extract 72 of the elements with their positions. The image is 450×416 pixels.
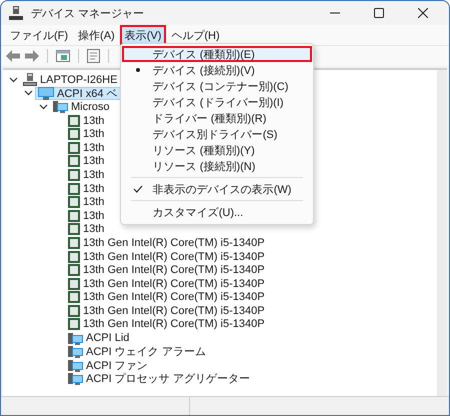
expand-chevron-icon[interactable] bbox=[24, 90, 33, 96]
expand-chevron-icon[interactable] bbox=[9, 76, 18, 83]
device-icon bbox=[68, 332, 83, 345]
tree-item[interactable]: 13th Gen Intel(R) Core(TM) i5-1340P bbox=[65, 263, 268, 277]
computer-icon bbox=[23, 73, 37, 86]
tree-item[interactable]: LAPTOP-I26HE bbox=[20, 73, 120, 87]
tree-item[interactable]: 13th bbox=[65, 154, 108, 168]
menu-option[interactable]: リソース (種類別)(Y) bbox=[122, 142, 312, 158]
scrollbar[interactable] bbox=[437, 70, 447, 396]
menu-item[interactable]: 操作(A) bbox=[73, 25, 120, 45]
chip-icon bbox=[68, 236, 80, 249]
menu-item[interactable]: ファイル(F) bbox=[5, 25, 74, 45]
chip-icon bbox=[68, 223, 80, 236]
chip-icon bbox=[68, 155, 80, 168]
tree-item[interactable]: 13th bbox=[65, 182, 108, 196]
tree-item[interactable]: 13th Gen Intel(R) Core(TM) i5-1340P bbox=[65, 304, 268, 318]
chip-icon bbox=[68, 264, 80, 276]
tree-item[interactable]: ACPI プロセッサ アグリゲーター bbox=[65, 372, 253, 386]
tree-item[interactable]: ACPI Lid bbox=[65, 331, 132, 345]
tree-item[interactable]: 13th Gen Intel(R) Core(TM) i5-1340P bbox=[65, 236, 268, 250]
chip-icon bbox=[68, 318, 80, 330]
device-icon bbox=[68, 345, 83, 358]
device-icon bbox=[68, 358, 83, 372]
tree-item[interactable]: 13th Gen Intel(R) Core(TM) i5-1340P bbox=[65, 318, 268, 332]
tree-item[interactable]: 13th bbox=[65, 140, 108, 155]
chip-icon bbox=[68, 278, 80, 290]
menu-option[interactable]: カスタマイズ(U)... bbox=[122, 204, 312, 220]
tree-item[interactable]: 13th Gen Intel(R) Core(TM) i5-1340P bbox=[65, 290, 268, 304]
back-arrow-icon[interactable] bbox=[6, 50, 20, 62]
device-icon bbox=[68, 372, 83, 386]
properties-window-icon[interactable] bbox=[56, 50, 70, 62]
document-icon[interactable] bbox=[87, 49, 100, 63]
tree-item[interactable]: ACPI ウェイク アラーム bbox=[65, 344, 209, 358]
chip-icon bbox=[68, 142, 80, 154]
expand-chevron-icon[interactable] bbox=[39, 104, 48, 110]
menu-item[interactable]: ヘルプ(H) bbox=[166, 25, 225, 45]
menu-option[interactable]: デバイス別ドライバー(S) bbox=[122, 126, 312, 142]
tree-item[interactable]: Microso bbox=[50, 100, 113, 114]
menu-option[interactable]: 非表示のデバイスの表示(W) bbox=[122, 181, 312, 197]
monitor-icon bbox=[38, 86, 54, 100]
computer-icon bbox=[9, 6, 23, 20]
forward-arrow-icon[interactable] bbox=[25, 50, 39, 62]
menu-option[interactable]: リソース (接続別)(N) bbox=[122, 158, 312, 174]
tree-item[interactable]: 13th bbox=[65, 222, 108, 236]
chip-icon bbox=[68, 182, 80, 195]
menu-item[interactable]: 表示(V) bbox=[120, 25, 166, 45]
tree-item[interactable]: 13th bbox=[65, 195, 108, 209]
chip-icon bbox=[68, 210, 80, 222]
chip-icon bbox=[68, 291, 80, 304]
chip-icon bbox=[68, 168, 80, 181]
tree-item[interactable]: 13th bbox=[65, 208, 108, 223]
device-icon bbox=[53, 100, 68, 114]
chip-icon bbox=[68, 250, 80, 263]
tree-item[interactable]: 13th bbox=[65, 127, 108, 141]
chip-icon bbox=[68, 196, 80, 208]
chip-icon bbox=[68, 304, 80, 317]
menu-option[interactable]: ドライバー (種類別)(R) bbox=[122, 110, 312, 126]
tree-item[interactable]: 13th bbox=[65, 168, 108, 182]
chip-icon bbox=[68, 128, 80, 140]
menu-option[interactable]: デバイス (接続別)(V) bbox=[122, 62, 312, 78]
menu-option[interactable]: デバイス (ドライバー別)(I) bbox=[122, 94, 312, 110]
close-icon[interactable] bbox=[418, 8, 428, 18]
chip-icon bbox=[68, 114, 80, 127]
tree-item[interactable]: ACPI ファン bbox=[65, 358, 151, 372]
maximize-icon[interactable] bbox=[374, 8, 384, 18]
menu-option[interactable]: デバイス (コンテナー別)(C) bbox=[122, 78, 312, 94]
window-title: デバイス マネージャー bbox=[31, 6, 144, 20]
tree-item[interactable]: ACPI x64 ベ bbox=[35, 86, 121, 100]
menu-option[interactable]: デバイス (種類別)(E) bbox=[122, 46, 312, 62]
tree-item[interactable]: 13th bbox=[65, 114, 108, 128]
tree-item[interactable]: 13th Gen Intel(R) Core(TM) i5-1340P bbox=[65, 250, 268, 264]
tree-item[interactable]: 13th Gen Intel(R) Core(TM) i5-1340P bbox=[65, 276, 268, 290]
